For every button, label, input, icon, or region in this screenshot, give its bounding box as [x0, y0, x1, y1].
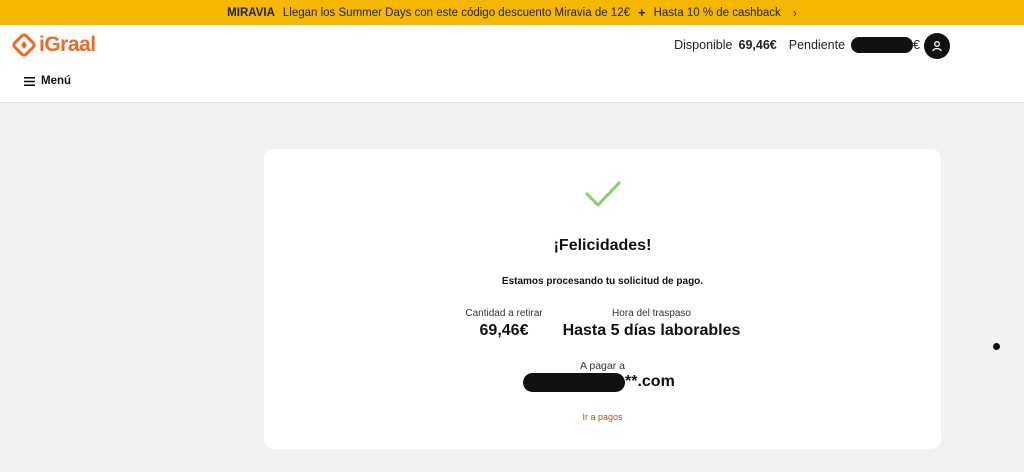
available-label: Disponible [674, 38, 733, 52]
menu-button[interactable]: Menú [24, 75, 71, 87]
withdraw-amount-value: 69,46€ [479, 322, 529, 339]
promo-message: Llegan los Summer Days con este código d… [282, 6, 630, 19]
transfer-time-label: Hora del traspaso [612, 308, 691, 319]
confirmation-title: ¡Felicidades! [553, 237, 652, 254]
transfer-time: Hora del traspaso Hasta 5 días laborable… [554, 308, 749, 340]
pending-label: Pendiente [788, 38, 846, 52]
confirmation-subtitle: Estamos procesando tu solicitud de pago. [501, 276, 704, 287]
user-icon [932, 41, 942, 52]
pay-to-redacted [523, 372, 625, 392]
transfer-time-value: Hasta 5 días laborables [562, 322, 741, 339]
promo-plus: + [638, 5, 646, 20]
promo-cashback: Hasta 10 % de cashback [653, 6, 781, 19]
available-value: 69,46€ [738, 38, 777, 52]
logo-text: iGraal [39, 33, 96, 56]
pending-currency: € [913, 38, 920, 52]
logo[interactable]: iGraal [12, 32, 96, 58]
confirmation-card: ¡Felicidades! Estamos procesando tu soli… [264, 149, 941, 449]
promo-brand: MIRAVIA [227, 6, 275, 19]
hamburger-icon [24, 76, 35, 86]
checkmark-icon [585, 181, 621, 207]
chevron-right-icon: › [792, 5, 797, 20]
user-avatar-button[interactable] [924, 33, 950, 59]
withdraw-amount-label: Cantidad a retirar [465, 308, 543, 319]
site-header: iGraal Disponible 69,46€ Pendiente € Men… [0, 25, 1024, 103]
menu-label: Menú [41, 75, 72, 87]
go-to-payments-link[interactable]: Ir a pagos [264, 412, 941, 422]
logo-icon [12, 33, 36, 57]
floating-dot [993, 343, 1000, 350]
pay-to-account: **.com [523, 371, 675, 393]
pay-to-suffix: **.com [625, 373, 675, 390]
balance-summary: Disponible 69,46€ Pendiente € [674, 37, 920, 53]
promo-banner[interactable]: MIRAVIA Llegan los Summer Days con este … [0, 0, 1024, 25]
withdraw-amount: Cantidad a retirar 69,46€ [454, 308, 554, 340]
pending-value-redacted [851, 37, 914, 53]
